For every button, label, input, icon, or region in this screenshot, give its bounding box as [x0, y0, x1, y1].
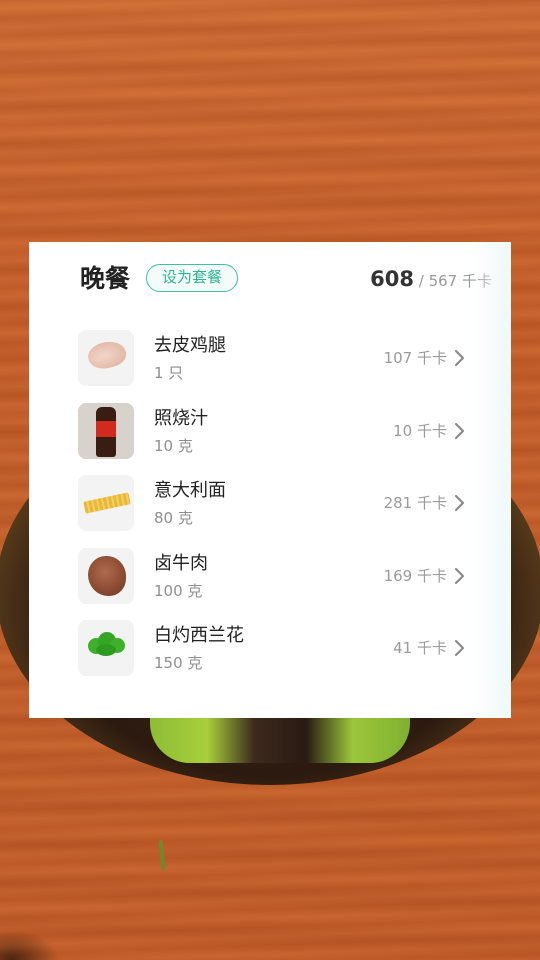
food-in-bowl-image	[150, 715, 410, 763]
chevron-right-icon	[454, 639, 465, 657]
food-calories: 107 千卡	[383, 349, 447, 367]
food-amount: 1 只	[154, 364, 184, 382]
food-name: 白灼西兰花	[154, 625, 244, 646]
food-item-pasta[interactable]: 意大利面 80 克 281 千卡	[78, 475, 471, 548]
food-calories: 41 千卡	[393, 639, 447, 657]
corner-shadow	[0, 930, 60, 960]
meal-header: 晚餐 设为套餐 608 / 567 千卡	[80, 262, 492, 296]
chicken-leg-icon	[78, 330, 134, 386]
beef-icon	[78, 547, 134, 604]
food-amount: 10 克	[154, 436, 193, 455]
food-amount: 150 克	[154, 654, 203, 672]
set-as-combo-button[interactable]: 设为套餐	[146, 264, 238, 292]
calories-eaten: 608	[370, 267, 414, 291]
broccoli-icon	[78, 620, 134, 676]
chevron-right-icon	[454, 494, 465, 512]
food-calories: 10 千卡	[393, 421, 447, 440]
food-item-broccoli[interactable]: 白灼西兰花 150 克 41 千卡	[78, 620, 471, 693]
pasta-icon	[78, 475, 134, 531]
chevron-right-icon	[454, 567, 465, 584]
food-amount: 80 克	[154, 509, 193, 527]
food-name: 照烧汁	[154, 407, 208, 429]
chevron-right-icon	[454, 349, 465, 367]
meal-title: 晚餐	[80, 264, 131, 293]
food-name: 去皮鸡腿	[154, 335, 226, 356]
food-calories: 281 千卡	[383, 494, 447, 512]
meal-card: 晚餐 设为套餐 608 / 567 千卡 去皮鸡腿 1 只 107 千卡 照烧汁…	[29, 242, 511, 718]
food-item-beef[interactable]: 卤牛肉 100 克 169 千卡	[78, 547, 471, 621]
sauce-bottle-icon	[78, 402, 134, 459]
food-name: 意大利面	[154, 480, 226, 501]
meal-calorie-summary: 608 / 567 千卡	[370, 262, 492, 298]
food-item-sauce[interactable]: 照烧汁 10 克 10 千卡	[78, 402, 471, 476]
food-amount: 100 克	[154, 581, 203, 600]
chevron-right-icon	[454, 422, 465, 439]
food-calories: 169 千卡	[383, 566, 447, 585]
calories-target: / 567 千卡	[414, 272, 492, 290]
food-name: 卤牛肉	[154, 552, 208, 574]
food-item-chicken[interactable]: 去皮鸡腿 1 只 107 千卡	[78, 330, 471, 403]
food-list: 去皮鸡腿 1 只 107 千卡 照烧汁 10 克 10 千卡 意大利面 80 克…	[78, 330, 471, 693]
